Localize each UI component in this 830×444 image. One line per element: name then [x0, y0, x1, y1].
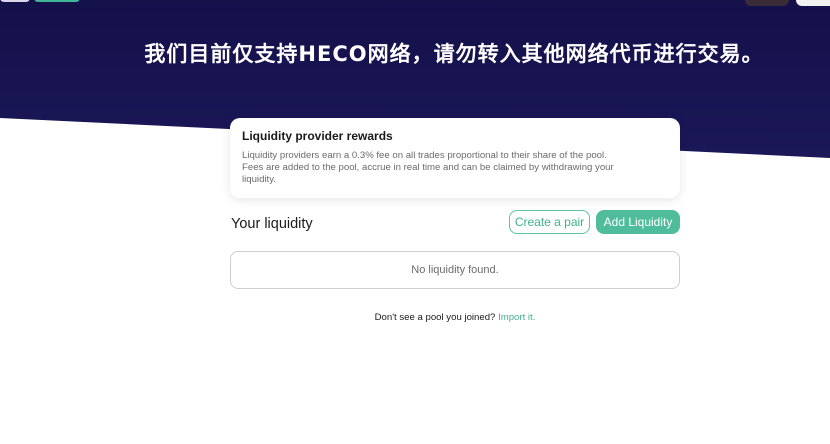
rewards-description: Liquidity providers earn a 0.3% fee on a…: [242, 150, 668, 186]
liquidity-list: No liquidity found.: [230, 251, 680, 289]
network-notice: 我们目前仅支持HECO网络，请勿转入其他网络代币进行交易。: [144, 42, 764, 66]
empty-state-message: No liquidity found.: [411, 264, 499, 276]
rewards-line: Fees are added to the pool, accrue in re…: [242, 162, 614, 173]
import-pool-prompt: Don't see a pool you joined? Import it.: [230, 312, 680, 323]
wallet-button[interactable]: [796, 0, 830, 6]
rewards-line: Liquidity providers earn a 0.3% fee on a…: [242, 150, 607, 161]
logo-wordmark: [34, 0, 80, 2]
import-pool-link[interactable]: Import it.: [498, 312, 535, 323]
logo-mark: [0, 0, 30, 2]
import-prompt-text: Don't see a pool you joined?: [374, 312, 496, 323]
rewards-card: Liquidity provider rewards Liquidity pro…: [230, 118, 680, 198]
your-liquidity-heading: Your liquidity: [231, 216, 313, 232]
rewards-line: liquidity.: [242, 174, 276, 185]
rewards-title: Liquidity provider rewards: [242, 129, 393, 143]
add-liquidity-button[interactable]: Add Liquidity: [596, 210, 680, 234]
brand-logo[interactable]: [0, 0, 80, 6]
create-pair-button[interactable]: Create a pair: [509, 210, 590, 234]
network-button[interactable]: [745, 0, 789, 6]
